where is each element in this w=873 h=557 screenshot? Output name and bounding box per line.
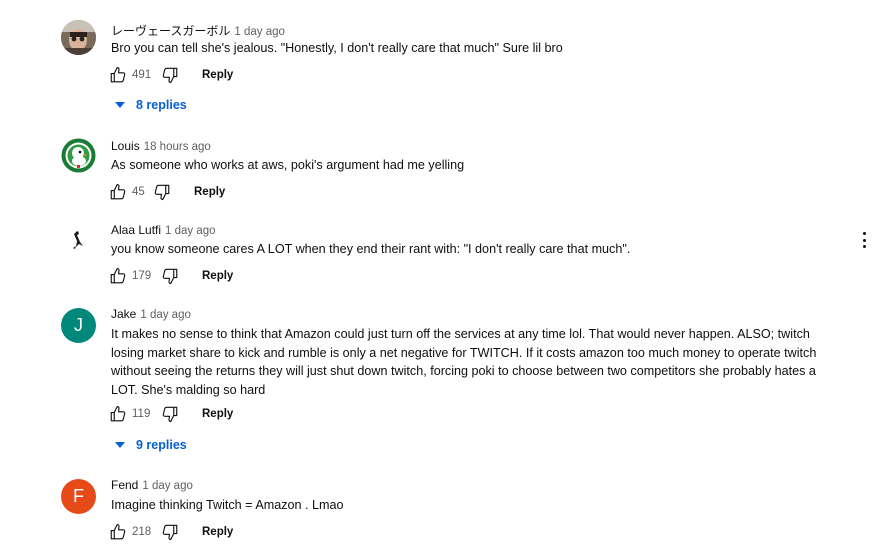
reply-button[interactable]: Reply bbox=[202, 408, 233, 420]
thumb-down-icon bbox=[162, 524, 178, 541]
caret-down-icon bbox=[115, 442, 125, 448]
thumb-down-icon bbox=[162, 268, 178, 285]
author-name[interactable]: Louis bbox=[111, 139, 140, 153]
thumb-down-icon bbox=[154, 184, 170, 201]
reply-button[interactable]: Reply bbox=[202, 69, 233, 81]
timestamp[interactable]: 1 day ago bbox=[142, 480, 193, 492]
like-count: 491 bbox=[132, 69, 152, 81]
thumb-down-icon bbox=[162, 67, 178, 84]
author-name[interactable]: Alaa Lutfi bbox=[111, 223, 161, 237]
thumb-up-icon bbox=[110, 405, 126, 422]
avatar[interactable]: F bbox=[61, 479, 96, 514]
avatar[interactable] bbox=[61, 20, 96, 55]
replies-label: 8 replies bbox=[136, 98, 187, 112]
author-name[interactable]: Jake bbox=[111, 307, 136, 321]
like-button[interactable] bbox=[108, 182, 128, 202]
author-name[interactable]: Fend bbox=[111, 478, 138, 492]
reply-button[interactable]: Reply bbox=[194, 186, 225, 198]
comment-actions: 45 Reply bbox=[108, 182, 225, 202]
thumb-up-icon bbox=[110, 183, 126, 200]
comment-actions: 179 Reply bbox=[108, 266, 233, 286]
dislike-button[interactable] bbox=[160, 266, 180, 286]
comment-header: Fend 1 day ago bbox=[111, 478, 193, 492]
timestamp[interactable]: 1 day ago bbox=[140, 309, 191, 321]
photo-avatar-icon bbox=[61, 20, 96, 55]
like-button[interactable] bbox=[108, 266, 128, 286]
like-count: 179 bbox=[132, 270, 152, 282]
view-replies-button[interactable]: 9 replies bbox=[115, 438, 187, 452]
comment-text: Bro you can tell she's jealous. "Honestl… bbox=[111, 41, 563, 55]
bird-avatar-icon bbox=[73, 231, 83, 249]
like-button[interactable] bbox=[108, 65, 128, 85]
comment-header: レーヴェースガーボル 1 day ago bbox=[111, 22, 285, 39]
comment-actions: 218 Reply bbox=[108, 522, 233, 542]
dislike-button[interactable] bbox=[160, 404, 180, 424]
comment-header: Alaa Lutfi 1 day ago bbox=[111, 223, 216, 237]
timestamp[interactable]: 18 hours ago bbox=[144, 141, 211, 153]
comment-text: As someone who works at aws, poki's argu… bbox=[111, 158, 465, 172]
avatar[interactable]: J bbox=[61, 308, 96, 343]
thumb-up-icon bbox=[110, 523, 126, 540]
thumb-down-icon bbox=[162, 406, 178, 423]
caret-down-icon bbox=[115, 102, 125, 108]
avatar[interactable] bbox=[61, 222, 96, 257]
comment-actions: 491 Reply bbox=[108, 65, 233, 85]
comment-text: It makes no sense to think that Amazon c… bbox=[111, 327, 817, 397]
dislike-button[interactable] bbox=[160, 65, 180, 85]
comment-header: Louis 18 hours ago bbox=[111, 139, 211, 153]
like-count: 218 bbox=[132, 526, 152, 538]
avatar[interactable] bbox=[61, 138, 96, 173]
avatar-letter: J bbox=[74, 315, 83, 335]
thumb-up-icon bbox=[110, 66, 126, 83]
view-replies-button[interactable]: 8 replies bbox=[115, 98, 187, 112]
comment-actions: 119 Reply bbox=[108, 404, 233, 424]
more-vert-icon[interactable] bbox=[860, 232, 868, 248]
like-count: 119 bbox=[132, 408, 151, 420]
like-count: 45 bbox=[132, 186, 145, 198]
duck-avatar-icon bbox=[61, 138, 96, 173]
timestamp[interactable]: 1 day ago bbox=[165, 225, 216, 237]
like-button[interactable] bbox=[108, 404, 128, 424]
comment-header: Jake 1 day ago bbox=[111, 307, 191, 321]
comment-text: you know someone cares A LOT when they e… bbox=[111, 242, 631, 256]
thumb-up-icon bbox=[110, 267, 126, 284]
like-button[interactable] bbox=[108, 522, 128, 542]
avatar-letter: F bbox=[73, 486, 84, 506]
timestamp[interactable]: 1 day ago bbox=[234, 26, 285, 38]
author-name[interactable]: レーヴェースガーボル bbox=[111, 24, 230, 38]
comment-text: Imagine thinking Twitch = Amazon . Lmao bbox=[111, 498, 344, 512]
dislike-button[interactable] bbox=[160, 522, 180, 542]
reply-button[interactable]: Reply bbox=[202, 270, 233, 282]
reply-button[interactable]: Reply bbox=[202, 526, 233, 538]
replies-label: 9 replies bbox=[136, 438, 187, 452]
dislike-button[interactable] bbox=[152, 182, 172, 202]
